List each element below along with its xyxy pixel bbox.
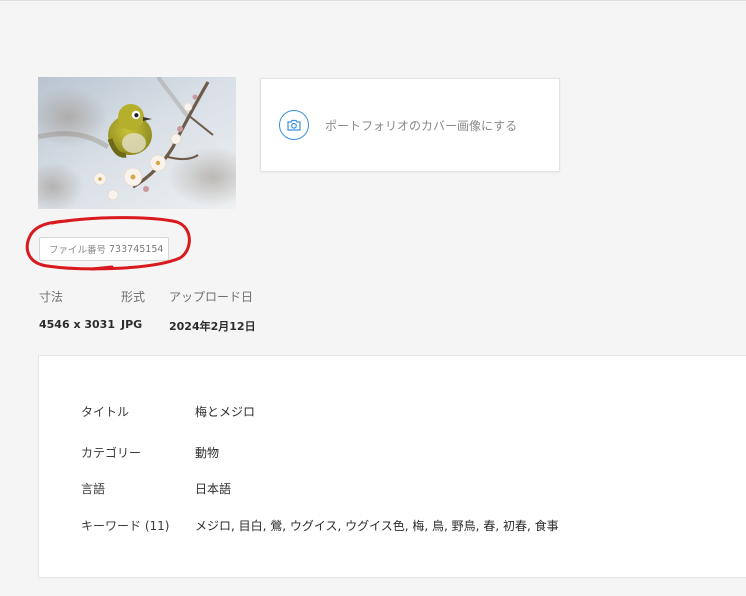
size-value: 4546 x 3031 [39,318,115,331]
bird-photo [38,77,236,209]
set-portfolio-cover-button[interactable]: ポートフォリオのカバー画像にする [260,78,560,172]
keywords-label: キーワード (11) [81,519,170,533]
size-label: 寸法 [39,290,64,304]
file-number-label: ファイル番号 [49,245,107,256]
format-label: 形式 [121,290,146,304]
upload-date-value: 2024年2月12日 [169,320,256,333]
cover-label: ポートフォリオのカバー画像にする [325,118,518,133]
keywords-value: メジロ, 目白, 鶯, ウグイス, ウグイス色, 梅, 鳥, 野鳥, 春, 初春… [195,519,559,533]
file-number-field[interactable]: ファイル番号 733745154 [39,237,169,261]
camera-icon [279,110,309,140]
category-label: カテゴリー [81,446,142,460]
top-divider [0,0,746,1]
format-value: JPG [121,318,143,331]
upload-date-label: アップロード日 [169,290,254,304]
language-label: 言語 [81,482,106,496]
title-value: 梅とメジロ [195,405,256,419]
language-value: 日本語 [195,482,232,496]
title-label: タイトル [81,405,130,419]
category-value: 動物 [195,446,220,460]
file-number-value: 733745154 [109,243,164,255]
asset-thumbnail[interactable] [38,77,236,209]
asset-details-card: タイトル 梅とメジロ カテゴリー 動物 言語 日本語 キーワード (11) メジ… [38,355,746,578]
